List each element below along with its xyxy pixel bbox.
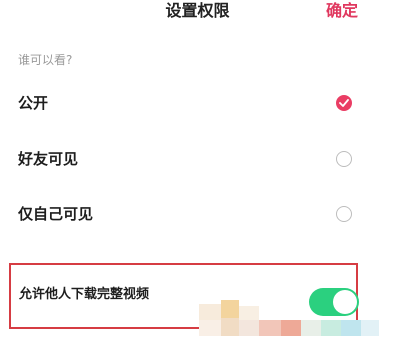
visibility-option-public[interactable]: 公开 <box>0 83 395 123</box>
confirm-button[interactable]: 确定 <box>326 0 358 22</box>
permission-settings-screen: 设置权限 确定 谁可以看? 公开 好友可见 仅自己可见 允许他人下载完整视频 <box>0 0 395 338</box>
visibility-option-private[interactable]: 仅自己可见 <box>0 194 395 234</box>
checkmark-icon <box>339 99 349 107</box>
toggle-knob <box>333 290 357 314</box>
option-label-friends: 好友可见 <box>18 150 79 168</box>
radio-unchecked-icon[interactable] <box>336 206 352 222</box>
radio-checked-icon[interactable] <box>336 95 352 111</box>
option-label-private: 仅自己可见 <box>18 205 94 223</box>
allow-download-label: 允许他人下载完整视频 <box>19 287 150 302</box>
option-label-public: 公开 <box>18 94 49 112</box>
radio-unchecked-icon[interactable] <box>336 151 352 167</box>
visibility-option-friends[interactable]: 好友可见 <box>0 139 395 179</box>
allow-download-toggle[interactable] <box>309 288 359 316</box>
header-bar: 设置权限 确定 <box>0 0 395 30</box>
visibility-section-label: 谁可以看? <box>18 53 73 67</box>
